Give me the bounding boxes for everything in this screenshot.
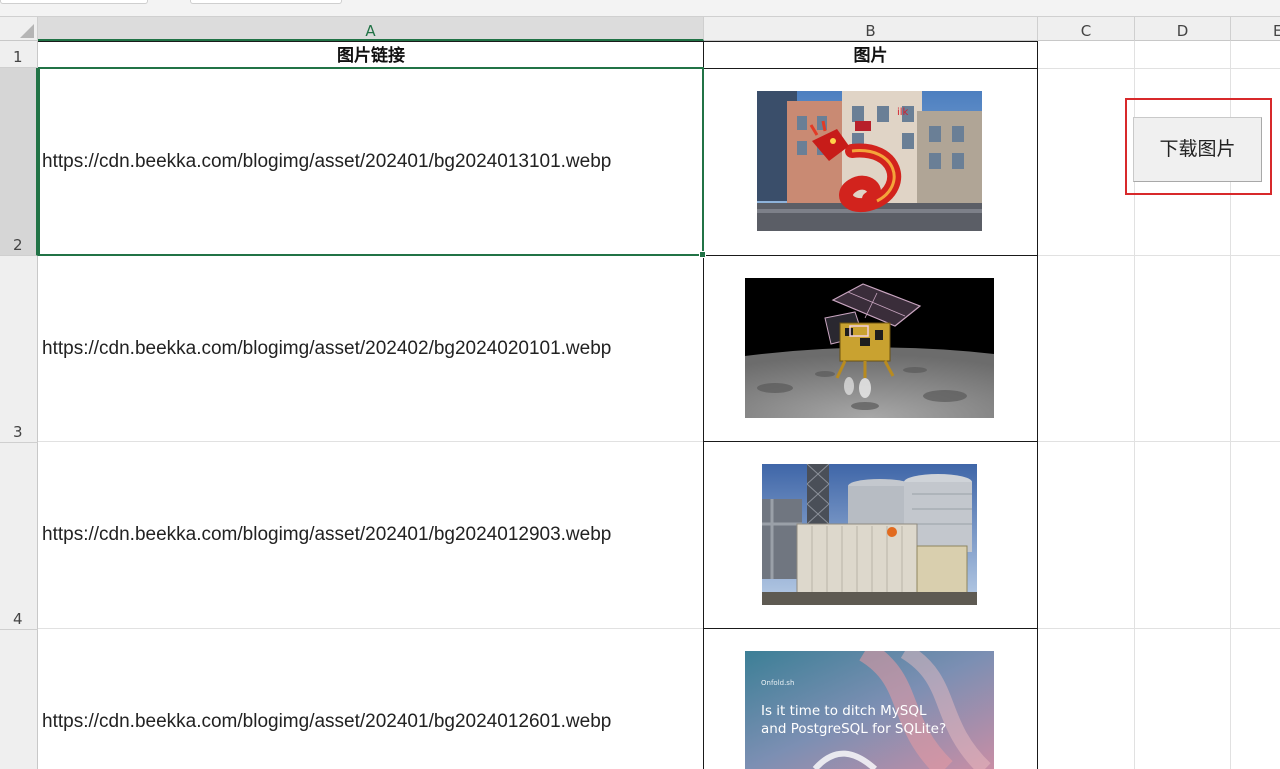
article-cover-image[interactable]: Onfold.sh Is it time to ditch MySQL and … [745,651,994,769]
svg-text:ilk: ilk [897,107,909,118]
column-header-b[interactable]: B [704,17,1038,41]
cell-selection-border [38,67,704,256]
cell-a4-url[interactable]: https://cdn.beekka.com/blogimg/asset/202… [38,524,703,550]
ribbon-strip [0,0,1280,17]
table-border [1037,41,1038,769]
gridline [38,441,1280,442]
ribbon-tab-2[interactable] [190,0,342,4]
article-cover-brand: Onfold.sh [761,679,795,687]
cell-a1-header[interactable]: 图片链接 [38,42,704,68]
column-header-c[interactable]: C [1038,17,1135,41]
ribbon-tab-1[interactable] [0,0,148,4]
table-border [703,628,1038,629]
street-dragon-image[interactable]: ilk [757,91,982,231]
lunar-lander-illustration [745,278,994,418]
row-header-4[interactable]: 4 [0,443,38,630]
cell-b1-header[interactable]: 图片 [704,42,1037,68]
download-images-button[interactable]: 下载图片 [1133,117,1262,182]
table-border [703,68,1038,69]
row-header-bar: 1 2 3 4 [0,41,38,769]
street-dragon-illustration: ilk [757,91,982,231]
table-border [703,255,1038,256]
industrial-site-illustration [762,464,977,605]
row-header-1[interactable]: 1 [0,41,38,68]
cell-a3-url[interactable]: https://cdn.beekka.com/blogimg/asset/202… [38,338,703,364]
column-header-bar: A B C D E [0,17,1280,41]
fill-handle[interactable] [699,251,706,258]
table-border [703,441,1038,442]
row-header-2[interactable]: 2 [0,68,38,256]
column-header-e[interactable]: E [1231,17,1280,41]
industrial-site-image[interactable] [762,464,977,605]
gridline [38,628,1280,629]
article-cover-headline-1: Is it time to ditch MySQL [761,703,927,719]
row-header-3[interactable]: 3 [0,256,38,443]
select-all-corner[interactable] [0,17,38,41]
article-cover-headline-2: and PostgreSQL for SQLite? [761,721,947,737]
column-header-d[interactable]: D [1135,17,1231,41]
cell-a5-url[interactable]: https://cdn.beekka.com/blogimg/asset/202… [38,711,703,737]
gridline [1038,68,1280,69]
column-header-a[interactable]: A [38,17,704,41]
lunar-lander-image[interactable] [745,278,994,418]
